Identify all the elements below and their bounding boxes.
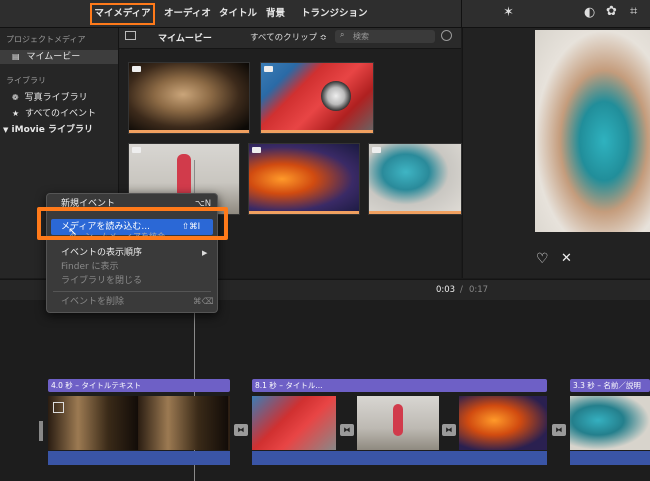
sidebar-item-label: マイムービー (26, 52, 81, 62)
timecode-total: 0:17 (469, 285, 489, 295)
sidebar-item-label: iMovie ライブラリ (11, 125, 93, 135)
title-clip-2[interactable]: 8.1 秒 – タイトル... (252, 379, 547, 392)
figure-shape (393, 404, 403, 436)
reject-icon[interactable]: ✕ (561, 251, 572, 266)
photo-icon (264, 66, 273, 72)
media-thumbnail-woman-camera[interactable] (368, 143, 462, 215)
timeline-clip-dancer[interactable] (357, 396, 439, 450)
timeline-clip-woman-camera[interactable] (570, 396, 650, 450)
sidebar-item-label: 写真ライブラリ (24, 93, 88, 103)
heart-icon[interactable]: ♡ (536, 251, 549, 267)
media-thumbnail-leopard[interactable] (128, 62, 250, 134)
timecode-separator: / (460, 285, 463, 295)
tab-backgrounds[interactable]: 背景 (266, 5, 285, 23)
timeline-clip-red-car[interactable] (252, 396, 336, 450)
crop-icon[interactable]: ⌗ (630, 4, 637, 19)
timeline-clip-leopard[interactable] (48, 396, 230, 450)
used-range-bar (261, 130, 373, 133)
audio-track-1[interactable] (48, 451, 230, 465)
magic-wand-icon[interactable]: ✶ (503, 5, 514, 20)
menu-item-close-library: ライブラリを閉じる (61, 276, 143, 286)
title-clip-1[interactable]: 4.0 秒 – タイトルテキスト (48, 379, 230, 392)
color-palette-icon[interactable]: ✿ (606, 4, 617, 19)
submenu-arrow-icon: ▶ (202, 249, 208, 257)
photo-icon (372, 147, 381, 153)
menu-item-show-in-finder: Finder に表示 (61, 262, 119, 272)
sidebar-toggle-icon[interactable] (125, 31, 136, 40)
tab-titles[interactable]: タイトル (219, 5, 257, 23)
transition-icon[interactable]: ⧓ (442, 424, 456, 436)
sidebar-item-label: すべてのイベント (25, 109, 97, 119)
used-range-bar (249, 211, 359, 214)
mouse-cursor-icon: ↖ (68, 225, 78, 238)
search-icon: ⌕ (340, 30, 345, 39)
headlight-shape (321, 81, 351, 111)
search-input[interactable]: 検索 (353, 31, 369, 42)
sidebar-item-imovie-library[interactable]: ▼ iMovie ライブラリ (3, 123, 93, 137)
audio-track-2[interactable] (252, 451, 547, 465)
tab-transitions[interactable]: トランジション (301, 5, 368, 23)
transition-icon[interactable]: ⧓ (552, 424, 566, 436)
sidebar-heading-library: ライブラリ (6, 76, 46, 85)
used-range-bar (369, 211, 461, 214)
figure-shape (177, 154, 191, 194)
checkbox-icon (53, 402, 64, 413)
photo-icon (132, 66, 141, 72)
sidebar-item-my-movie[interactable]: ▤ マイムービー (0, 50, 118, 64)
shortcut-delete-event: ⌘⌫ (193, 297, 214, 307)
toolbar-divider (461, 0, 462, 27)
media-thumbnail-red-car[interactable] (260, 62, 374, 134)
photo-icon (132, 147, 141, 153)
timecode-current: 0:03 (436, 285, 456, 295)
color-balance-icon[interactable]: ◐ (584, 5, 595, 20)
photo-icon (252, 147, 261, 153)
transition-icon[interactable]: ⧓ (234, 424, 248, 436)
timeline-start-marker (39, 421, 43, 441)
audio-track-3[interactable] (570, 451, 650, 465)
transition-icon[interactable]: ⧓ (340, 424, 354, 436)
disclosure-triangle-icon: ▼ (3, 126, 9, 134)
viewer-preview-image (535, 30, 650, 232)
title-clip-3[interactable]: 3.3 秒 – 名前／説明 (570, 379, 650, 392)
sidebar-item-all-events[interactable]: ★ すべてのイベント (8, 107, 96, 121)
star-icon: ★ (12, 109, 20, 118)
timeline-clip-fire[interactable] (459, 396, 547, 450)
photos-icon: ❁ (12, 93, 19, 102)
tab-my-media[interactable]: マイメディア (90, 3, 155, 25)
tab-audio[interactable]: オーディオ (164, 5, 211, 23)
menu-item-delete-event: イベントを削除 (61, 297, 125, 307)
sidebar-item-photos[interactable]: ❁ 写真ライブラリ (8, 91, 88, 105)
sidebar-heading-project-media: プロジェクトメディア (6, 35, 86, 44)
media-thumbnail-fire[interactable] (248, 143, 360, 215)
menu-item-sort-events[interactable]: イベントの表示順序 (61, 246, 142, 260)
menu-divider (53, 291, 211, 292)
used-range-bar (129, 130, 249, 133)
clip-filter-select[interactable]: すべてのクリップ ≎ (250, 31, 327, 43)
browser-title: マイムービー (158, 34, 212, 44)
search-field[interactable]: ⌕ 検索 (335, 30, 435, 43)
film-icon: ▤ (12, 52, 20, 61)
annotation-highlight-box (37, 207, 228, 240)
settings-icon[interactable] (441, 30, 452, 41)
